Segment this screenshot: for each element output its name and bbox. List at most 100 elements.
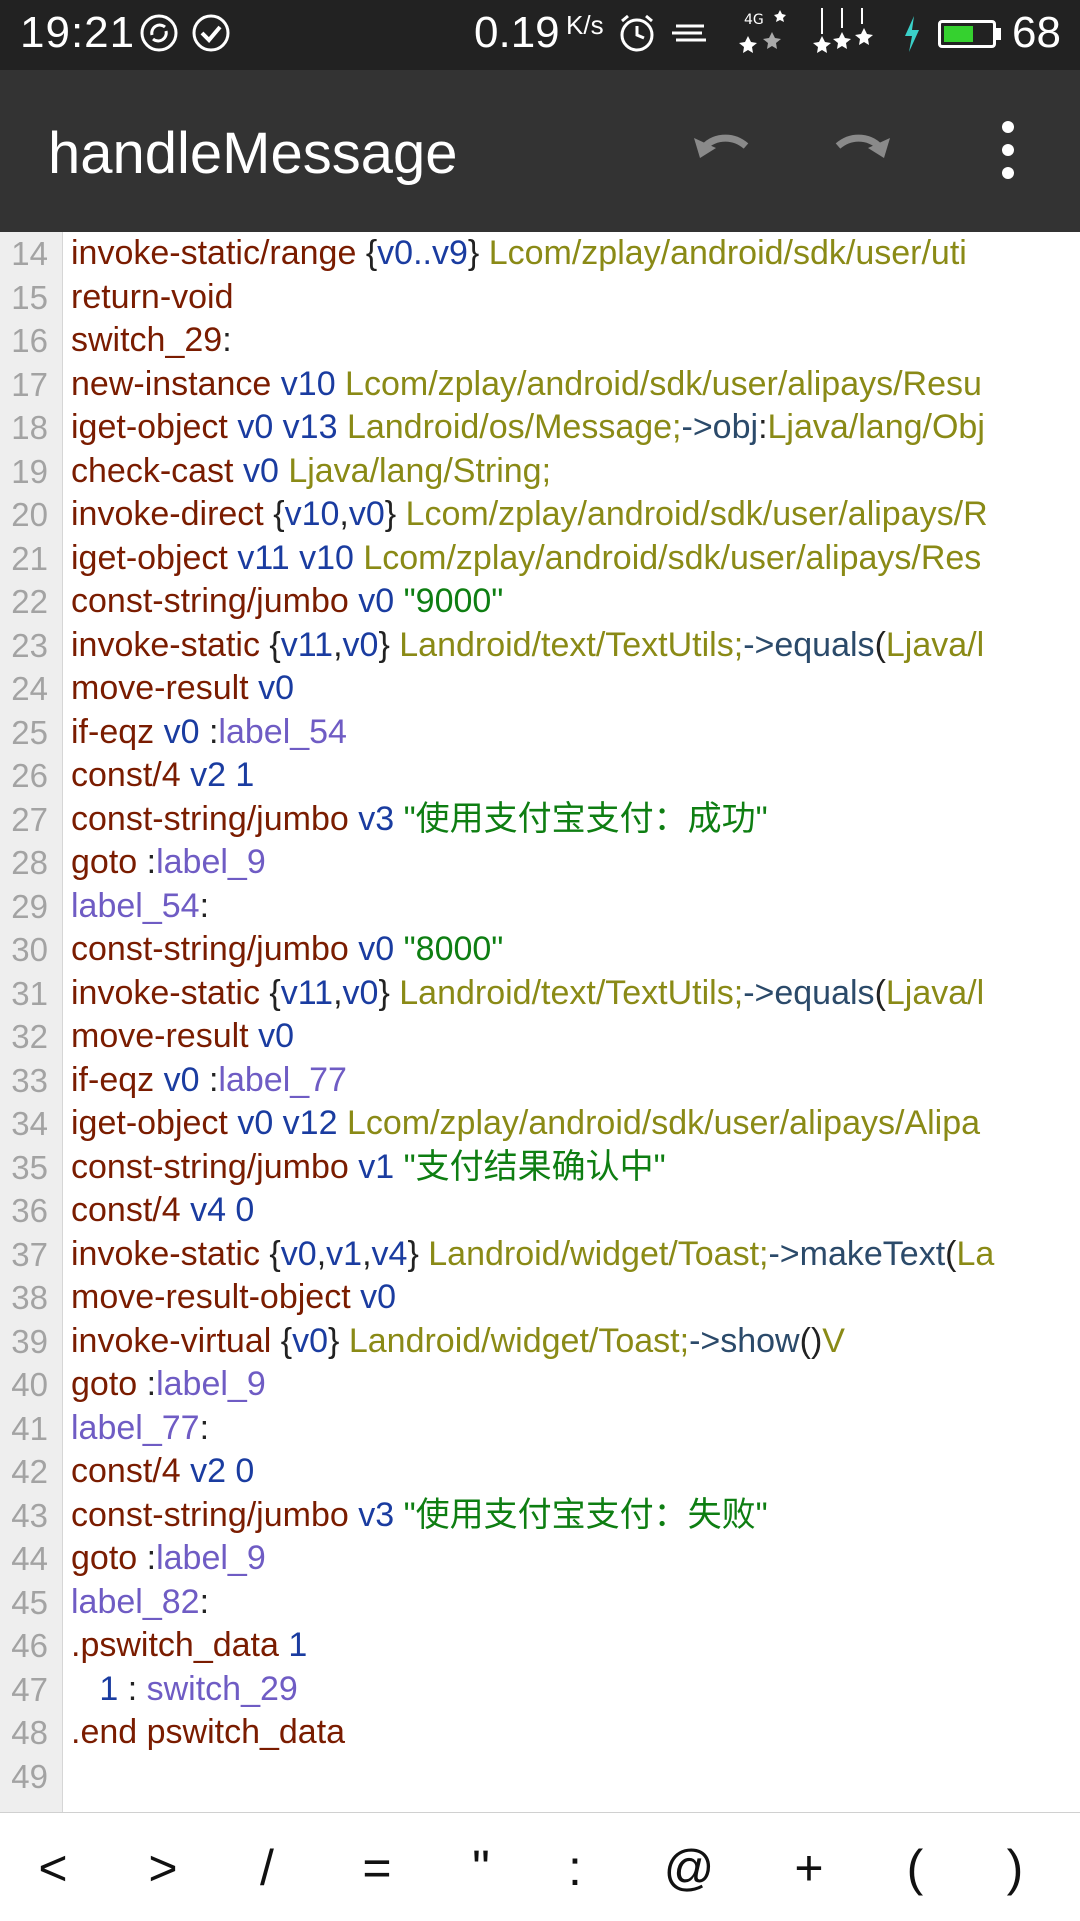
symbol-key-open-paren[interactable]: (	[870, 1833, 960, 1903]
code-line[interactable]: 25 if-eqz v0 :label_54	[0, 711, 1080, 755]
sync-icon	[140, 14, 178, 52]
code-text: iget-object v11 v10 Lcom/zplay/android/s…	[71, 537, 981, 581]
code-token: goto	[71, 1539, 147, 1577]
code-text: move-result v0	[71, 667, 294, 711]
code-line[interactable]: 49	[0, 1755, 1080, 1799]
code-line[interactable]: 48 .end pswitch_data	[0, 1711, 1080, 1755]
code-token: :	[146, 1365, 157, 1403]
code-token: {	[365, 234, 378, 272]
symbol-key-less-than[interactable]: <	[8, 1833, 98, 1903]
code-text: goto :label_9	[71, 1537, 266, 1581]
code-token: .end pswitch_data	[71, 1713, 346, 1751]
code-token: move-result	[71, 1017, 259, 1055]
code-line[interactable]: 27 const-string/jumbo v3 "使用支付宝支付：成功"	[0, 798, 1080, 842]
symbol-key-equals[interactable]: =	[332, 1833, 422, 1903]
symbol-key-slash[interactable]: /	[222, 1833, 312, 1903]
code-token: const-string/jumbo	[71, 582, 359, 620]
code-line[interactable]: 20 invoke-direct {v10,v0} Lcom/zplay/andr…	[0, 493, 1080, 537]
undo-button[interactable]	[680, 110, 760, 190]
line-number: 28	[11, 844, 48, 881]
code-token: goto	[71, 843, 147, 881]
code-line[interactable]: 22 const-string/jumbo v0 "9000"	[0, 580, 1080, 624]
code-line[interactable]: 37 invoke-static {v0,v1,v4} Landroid/widg…	[0, 1233, 1080, 1277]
code-line[interactable]: 47 1 : switch_29	[0, 1668, 1080, 1712]
more-options-button[interactable]	[968, 110, 1048, 190]
code-token: }	[378, 625, 400, 664]
symbol-key-greater-than[interactable]: >	[118, 1833, 208, 1903]
code-token: v0	[358, 582, 404, 620]
line-number: 22	[11, 583, 48, 620]
line-number: 36	[11, 1192, 48, 1229]
code-line[interactable]: 43 const-string/jumbo v3 "使用支付宝支付：失败"	[0, 1494, 1080, 1538]
code-editor[interactable]: 14 invoke-static/range {v0..v9} Lcom/zpla…	[0, 232, 1080, 1812]
code-line[interactable]: 16 switch_29:	[0, 319, 1080, 363]
symbol-key-quote[interactable]: "	[436, 1833, 526, 1903]
code-token: v0 v13	[237, 408, 347, 446]
page-title: handleMessage	[48, 121, 458, 186]
code-line[interactable]: 26 const/4 v2 1	[0, 754, 1080, 798]
code-token: v0	[280, 1234, 317, 1273]
code-line[interactable]: 19 check-cast v0 Ljava/lang/String;	[0, 450, 1080, 494]
code-line[interactable]: 38 move-result-object v0	[0, 1276, 1080, 1320]
code-line[interactable]: 15 return-void	[0, 276, 1080, 320]
code-text: label_77:	[71, 1407, 209, 1451]
code-line[interactable]: 42 const/4 v2 0	[0, 1450, 1080, 1494]
code-token: }	[467, 234, 489, 272]
code-token: v2 0	[190, 1452, 255, 1490]
code-token: label_9	[156, 843, 266, 881]
code-line[interactable]: 41 label_77:	[0, 1407, 1080, 1451]
battery-level: 68	[1012, 8, 1061, 57]
code-text: invoke-static/range {v0..v9} Lcom/zplay/…	[71, 232, 967, 276]
code-token: Landroid/text/TextUtils;	[399, 973, 744, 1012]
code-line[interactable]: 21 iget-object v11 v10 Lcom/zplay/android…	[0, 537, 1080, 581]
code-token: "8000"	[403, 930, 504, 968]
code-line[interactable]: 46 .pswitch_data 1	[0, 1624, 1080, 1668]
code-text: label_54:	[71, 885, 209, 929]
code-line[interactable]: 44 goto :label_9	[0, 1537, 1080, 1581]
code-line[interactable]: 35 const-string/jumbo v1 "支付结果确认中"	[0, 1146, 1080, 1190]
code-line[interactable]: 36 const/4 v4 0	[0, 1189, 1080, 1233]
code-token: (	[874, 973, 886, 1012]
code-token: :	[146, 843, 157, 881]
redo-button[interactable]	[824, 110, 904, 190]
code-line[interactable]: 40 goto :label_9	[0, 1363, 1080, 1407]
code-line[interactable]: 45 label_82:	[0, 1581, 1080, 1625]
code-token: label_9	[156, 1539, 266, 1577]
code-line[interactable]: 33 if-eqz v0 :label_77	[0, 1059, 1080, 1103]
symbol-key-colon[interactable]: :	[530, 1833, 620, 1903]
code-line[interactable]: 29 label_54:	[0, 885, 1080, 929]
code-line[interactable]: 32 move-result v0	[0, 1015, 1080, 1059]
code-token: label_82	[71, 1582, 200, 1621]
symbol-key-plus[interactable]: +	[764, 1833, 854, 1903]
symbol-key-at[interactable]: @	[644, 1833, 734, 1903]
code-token: Lcom/zplay/android/sdk/user/alipays/Res	[363, 538, 982, 577]
symbol-key-close-paren[interactable]: )	[970, 1833, 1060, 1903]
code-token: {	[269, 973, 281, 1012]
code-token: label_54	[71, 886, 200, 925]
code-token: const-string/jumbo	[71, 799, 359, 838]
code-line[interactable]: 24 move-result v0	[0, 667, 1080, 711]
line-number: 39	[11, 1322, 48, 1360]
line-number: 31	[11, 974, 48, 1012]
code-line[interactable]: 34 iget-object v0 v12 Lcom/zplay/android/…	[0, 1102, 1080, 1146]
code-line[interactable]: 17 new-instance v10 Lcom/zplay/android/sd…	[0, 363, 1080, 407]
code-line[interactable]: 30 const-string/jumbo v0 "8000"	[0, 928, 1080, 972]
code-token: "使用支付宝支付：成功"	[403, 799, 768, 838]
code-token: :	[758, 408, 768, 446]
code-line[interactable]: 28 goto :label_9	[0, 841, 1080, 885]
code-line[interactable]: 18 iget-object v0 v13 Landroid/os/Message…	[0, 406, 1080, 450]
line-number: 32	[11, 1018, 48, 1055]
code-token: invoke-static	[71, 973, 270, 1012]
code-token: (	[945, 1234, 957, 1273]
code-line[interactable]: 23 invoke-static {v11,v0} Landroid/text/T…	[0, 624, 1080, 668]
code-token: Lcom/zplay/android/sdk/user/uti	[488, 234, 967, 272]
code-token: v0	[163, 1060, 209, 1099]
line-number: 46	[11, 1627, 48, 1664]
code-text: const-string/jumbo v0 "8000"	[71, 928, 503, 972]
code-line[interactable]: 39 invoke-virtual {v0} Landroid/widget/To…	[0, 1320, 1080, 1364]
redo-icon	[835, 134, 890, 158]
line-number: 42	[11, 1453, 48, 1490]
code-line[interactable]: 14 invoke-static/range {v0..v9} Lcom/zpla…	[0, 232, 1080, 276]
code-line[interactable]: 31 invoke-static {v11,v0} Landroid/text/T…	[0, 972, 1080, 1016]
code-token: :	[199, 886, 210, 925]
